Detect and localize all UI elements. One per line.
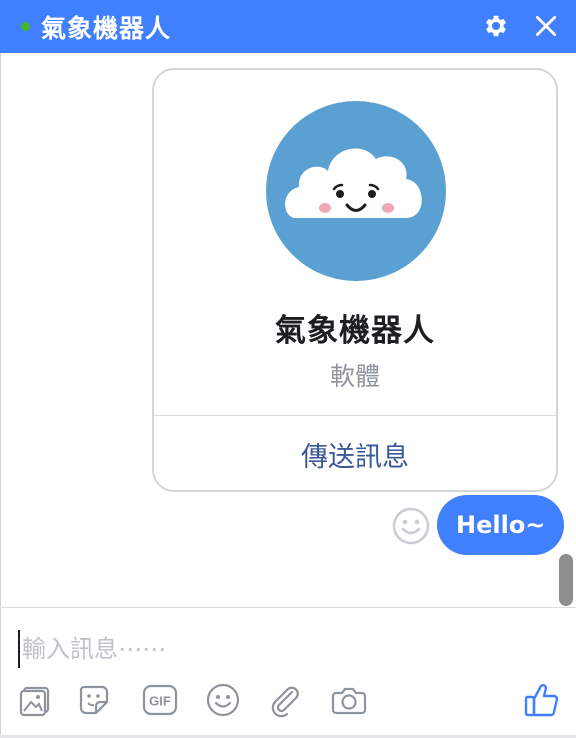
profile-name: 氣象機器人: [275, 313, 435, 349]
settings-button[interactable]: [480, 10, 512, 42]
gif-label: GIF: [149, 694, 171, 709]
avatar[interactable]: [266, 101, 446, 281]
close-button[interactable]: [530, 10, 562, 42]
thumbs-up-icon: [524, 684, 559, 717]
profile-card: 氣象機器人 軟體 傳送訊息: [152, 68, 558, 492]
message-input[interactable]: [18, 630, 558, 668]
chat-header: 氣象機器人: [0, 0, 576, 53]
emoji-button[interactable]: [201, 680, 245, 720]
message-list: 氣象機器人 軟體 傳送訊息 Hello~: [0, 53, 576, 607]
close-icon: [535, 15, 557, 37]
attach-file-button[interactable]: [263, 680, 307, 720]
image-icon: [19, 686, 50, 717]
header-actions: [480, 10, 562, 42]
camera-icon: [331, 687, 367, 715]
camera-button[interactable]: [327, 680, 371, 720]
composer-divider: [0, 607, 576, 608]
send-image-button[interactable]: [14, 680, 58, 720]
scrollbar-thumb[interactable]: [559, 554, 573, 606]
cloud-face-avatar-icon: [266, 101, 446, 281]
send-like-button[interactable]: [520, 680, 564, 720]
gif-icon: GIF: [142, 684, 178, 716]
sticker-icon: [79, 685, 109, 715]
chat-title[interactable]: 氣象機器人: [41, 9, 171, 45]
online-status-indicator: [19, 20, 32, 33]
profile-category: 軟體: [329, 362, 380, 391]
send-message-button[interactable]: 傳送訊息: [154, 416, 556, 490]
send-gif-button[interactable]: GIF: [138, 680, 182, 720]
reaction-button[interactable]: [392, 507, 430, 545]
send-sticker-button[interactable]: [72, 680, 116, 720]
gear-icon: [486, 15, 506, 37]
composer-toolbar: GIF: [0, 680, 576, 724]
smiley-icon: [392, 507, 430, 545]
outgoing-message[interactable]: Hello~: [437, 495, 565, 555]
emoji-icon: [206, 683, 240, 717]
attachment-icon: [271, 686, 299, 718]
